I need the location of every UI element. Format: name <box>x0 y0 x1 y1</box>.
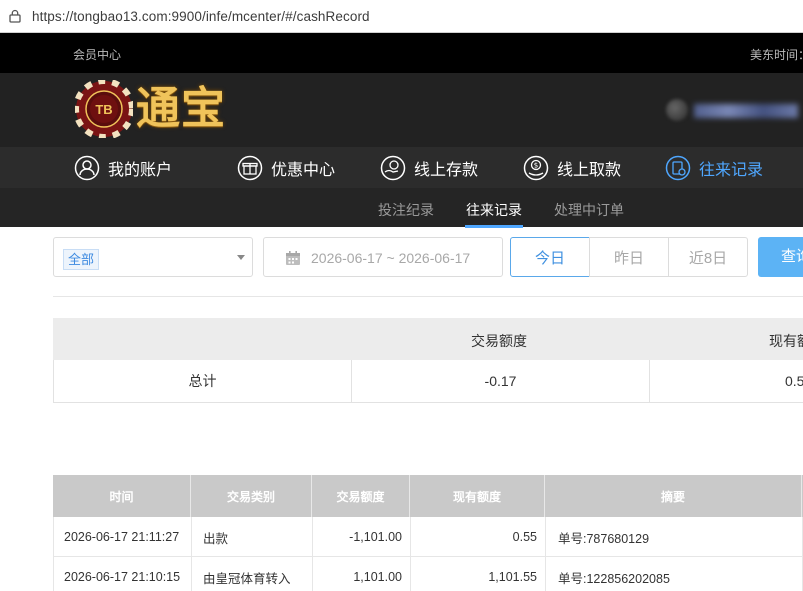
cell-type: 由皇冠体育转入 <box>192 557 313 591</box>
cell-summary: 单号:122856202085 <box>546 557 803 591</box>
type-select[interactable]: 全部 <box>53 237 253 277</box>
col-summary[interactable]: 摘要 <box>545 475 802 517</box>
main-nav: 我的账户 优惠中心 线上存款 $ 线上取款 往来记录 <box>0 147 803 188</box>
col-type[interactable]: 交易类别 <box>191 475 312 517</box>
table-row: 2026-06-17 21:10:15 由皇冠体育转入 1,101.00 1,1… <box>53 557 803 591</box>
nav-label: 优惠中心 <box>271 161 336 179</box>
browser-address-bar[interactable]: https://tongbao13.com:9900/infe/mcenter/… <box>0 0 803 33</box>
summary-header-amount: 交易额度 <box>471 333 527 349</box>
summary-label: 总计 <box>54 360 352 402</box>
nav-label: 线上取款 <box>557 161 622 179</box>
last-8-days-button[interactable]: 近8日 <box>668 237 748 277</box>
col-time[interactable]: 时间 <box>53 475 191 517</box>
today-button[interactable]: 今日 <box>510 237 590 277</box>
summary-balance: 0.55 <box>785 373 803 389</box>
us-east-time-label: 美东时间： <box>750 48 803 62</box>
yesterday-button[interactable]: 昨日 <box>589 237 669 277</box>
cell-balance: 0.55 <box>411 517 546 557</box>
nav-records[interactable]: 往来记录 <box>665 147 763 188</box>
user-icon <box>74 155 100 180</box>
member-center-label: 会员中心 <box>73 48 122 62</box>
nav-label: 往来记录 <box>699 161 764 179</box>
subtab-pending-orders[interactable]: 处理中订单 <box>554 200 624 220</box>
withdraw-icon: $ <box>523 155 549 180</box>
avatar[interactable] <box>666 99 688 121</box>
cell-amount: 1,101.00 <box>313 557 411 591</box>
top-strip: 会员中心 美东时间： <box>0 33 803 73</box>
sub-nav: 投注纪录 往来记录 处理中订单 <box>0 188 803 228</box>
nav-withdraw[interactable]: $ 线上取款 <box>523 147 621 188</box>
summary-header: 交易额度 现有额度 <box>53 318 803 360</box>
table-row: 2026-06-17 21:11:27 出款 -1,101.00 0.55 单号… <box>53 517 803 557</box>
nav-deposit[interactable]: 线上存款 <box>380 147 478 188</box>
record-icon <box>665 155 691 180</box>
lock-icon <box>9 9 21 23</box>
subtab-bet-records[interactable]: 投注纪录 <box>378 200 434 220</box>
logo-chip-text: TB <box>95 102 112 117</box>
gift-icon <box>237 155 263 180</box>
cell-time: 2026-06-17 21:10:15 <box>54 557 192 591</box>
cell-time: 2026-06-17 21:11:27 <box>54 517 192 557</box>
nav-promotions[interactable]: 优惠中心 <box>237 147 335 188</box>
selected-type-tag: 全部 <box>63 249 100 270</box>
cell-balance: 1,101.55 <box>411 557 546 591</box>
query-button[interactable]: 查询 <box>758 237 803 277</box>
deposit-icon <box>380 155 406 180</box>
date-range-input[interactable]: 2026-06-17 ~ 2026-06-17 <box>263 237 503 277</box>
cell-amount: -1,101.00 <box>313 517 411 557</box>
records-header: 时间 交易类别 交易额度 现有额度 摘要 <box>53 475 803 517</box>
calendar-icon <box>286 251 300 265</box>
subtab-cash-records[interactable]: 往来记录 <box>465 200 523 228</box>
site-header: TB 通宝 <box>0 73 803 147</box>
svg-text:$: $ <box>534 161 538 169</box>
caret-down-icon <box>237 255 245 260</box>
divider <box>53 296 803 297</box>
col-amount[interactable]: 交易额度 <box>312 475 410 517</box>
blurred-username <box>694 104 798 118</box>
cell-type: 出款 <box>192 517 313 557</box>
summary-amount: -0.17 <box>352 360 650 402</box>
summary-header-balance: 现有额度 <box>769 333 803 349</box>
brand-name[interactable]: 通宝 <box>136 83 226 135</box>
nav-label: 我的账户 <box>108 161 173 179</box>
nav-my-account[interactable]: 我的账户 <box>74 147 172 188</box>
col-balance[interactable]: 现有额度 <box>410 475 545 517</box>
url-text: https://tongbao13.com:9900/infe/mcenter/… <box>32 8 370 24</box>
cell-summary: 单号:787680129 <box>546 517 803 557</box>
summary-row: 总计 -0.17 0.55 <box>53 360 803 403</box>
nav-label: 线上存款 <box>414 161 479 179</box>
date-range-text: 2026-06-17 ~ 2026-06-17 <box>311 250 471 266</box>
logo-chip-icon[interactable]: TB <box>75 80 133 138</box>
